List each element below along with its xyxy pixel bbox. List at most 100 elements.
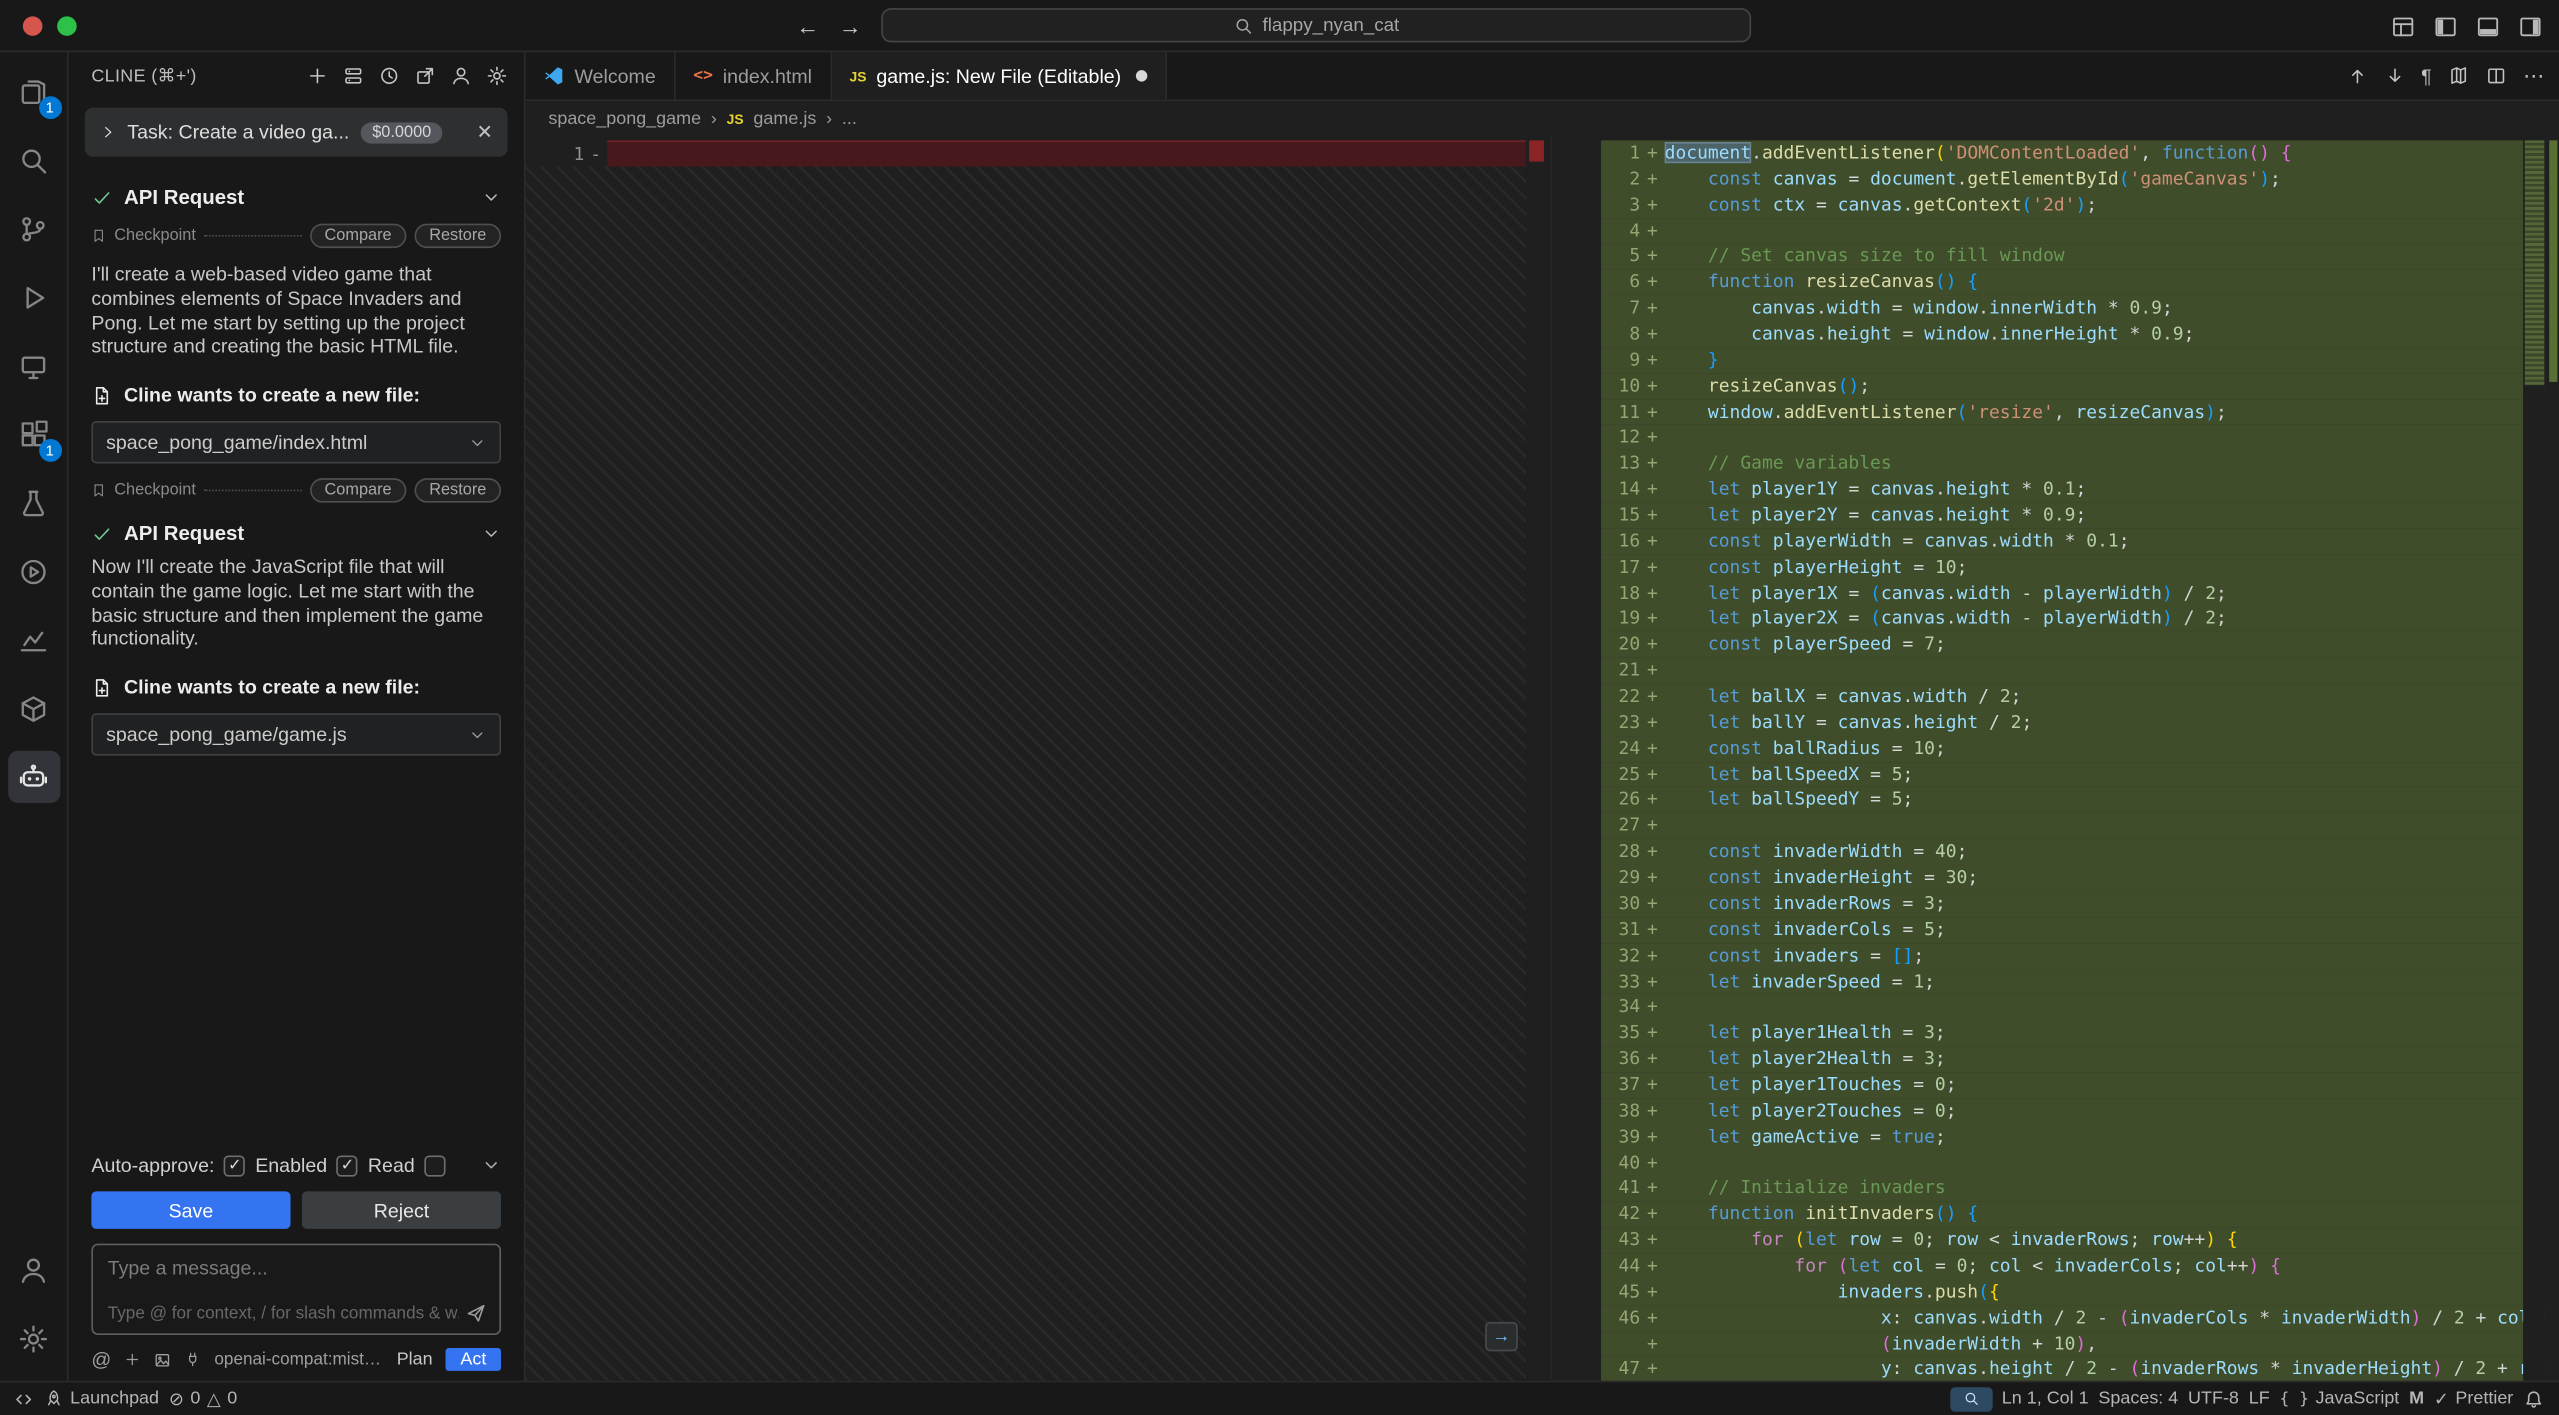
code-text: let ballY = canvas.height / 2;	[1665, 710, 2033, 736]
tab-game-js[interactable]: JS game.js: New File (Editable)	[832, 52, 1167, 99]
act-mode-toggle[interactable]: Act	[446, 1348, 501, 1371]
account-icon[interactable]	[7, 1244, 59, 1296]
chevron-down-icon[interactable]	[481, 188, 501, 208]
plan-mode-toggle[interactable]: Plan	[397, 1350, 433, 1370]
diff-modified-pane[interactable]: 1+document.addEventListener('DOMContentL…	[1550, 137, 2559, 1381]
auto-approve-read-checkbox[interactable]: ✓	[337, 1155, 358, 1176]
window-close-button[interactable]	[23, 16, 43, 36]
command-center-search[interactable]: flappy_nyan_cat	[881, 8, 1751, 42]
settings-gear-icon[interactable]	[7, 1312, 59, 1364]
code-text: const playerSpeed = 7;	[1665, 632, 1946, 658]
auto-approve-enabled-checkbox[interactable]: ✓	[224, 1155, 245, 1176]
model-selector[interactable]: openai-compat:mistralai/...	[214, 1350, 383, 1370]
new-task-plus-icon[interactable]	[307, 64, 328, 85]
warnings-count: 0	[227, 1389, 237, 1409]
previous-change-icon[interactable]	[2346, 65, 2367, 86]
overview-ruler[interactable]	[1526, 137, 1550, 1381]
save-button[interactable]: Save	[91, 1191, 290, 1229]
status-bar: Launchpad ⊘ 0 △ 0 Ln 1, Col 1 Spaces: 4 …	[0, 1381, 2559, 1415]
restore-button[interactable]: Restore	[415, 224, 502, 248]
code-text: const canvas = document.getElementById('…	[1665, 166, 2281, 192]
tab-index-html[interactable]: <> index.html	[675, 52, 831, 99]
remote-explorer-icon[interactable]	[7, 339, 59, 391]
indentation[interactable]: Spaces: 4	[2098, 1389, 2178, 1409]
task-header[interactable]: Task: Create a video ga... $0.0000 ✕	[85, 108, 508, 157]
extensions-icon[interactable]: 1	[7, 408, 59, 460]
message-input[interactable]: Type a message... Type @ for context, / …	[91, 1244, 501, 1335]
mention-icon[interactable]: @	[91, 1348, 111, 1371]
toggle-sidebar-right-icon[interactable]	[2518, 14, 2542, 38]
play-circle-icon[interactable]	[7, 545, 59, 597]
toggle-sidebar-left-icon[interactable]	[2433, 14, 2457, 38]
account-icon[interactable]	[450, 64, 471, 85]
breadcrumb-folder[interactable]: space_pong_game	[548, 109, 701, 129]
run-debug-icon[interactable]	[7, 271, 59, 323]
settings-gear-icon[interactable]	[486, 64, 507, 85]
window-zoom-button[interactable]	[57, 16, 77, 36]
tab-label: Welcome	[574, 64, 655, 87]
html-file-icon: <>	[693, 67, 713, 85]
add-context-plus-icon[interactable]	[124, 1350, 140, 1370]
next-diff-arrow-button[interactable]: →	[1485, 1322, 1518, 1351]
breadcrumb-symbol[interactable]: ...	[842, 109, 857, 129]
code-line: 4+	[1552, 218, 2559, 244]
encoding[interactable]: UTF-8	[2188, 1389, 2239, 1409]
cline-robot-icon[interactable]	[7, 751, 59, 803]
history-back-button[interactable]: ←	[796, 13, 819, 39]
added-line-marker: +	[1640, 1227, 1664, 1253]
more-actions-icon[interactable]: ⋯	[2523, 63, 2544, 89]
api-plug-icon[interactable]	[185, 1350, 201, 1370]
history-icon[interactable]	[379, 64, 400, 85]
split-editor-icon[interactable]	[2486, 65, 2507, 86]
image-icon[interactable]	[154, 1349, 172, 1370]
tab-welcome[interactable]: Welcome	[526, 52, 676, 99]
testing-beaker-icon[interactable]	[7, 477, 59, 529]
notifications-bell-icon[interactable]	[2523, 1388, 2544, 1409]
diff-original-pane[interactable]: 1 -	[526, 137, 1551, 1381]
file-path-dropdown[interactable]: space_pong_game/game.js	[91, 713, 501, 755]
cursor-position[interactable]: Ln 1, Col 1	[2002, 1389, 2089, 1409]
file-path-dropdown[interactable]: space_pong_game/index.html	[91, 421, 501, 463]
next-change-icon[interactable]	[2384, 65, 2405, 86]
customize-layout-icon[interactable]	[2391, 14, 2415, 38]
code-line: 29+ const invaderHeight = 30;	[1552, 865, 2559, 891]
reject-button[interactable]: Reject	[302, 1191, 501, 1229]
success-check-icon	[91, 187, 112, 208]
chevron-down-icon[interactable]	[481, 1155, 501, 1175]
overview-ruler[interactable]	[2546, 137, 2559, 1381]
compare-button[interactable]: Compare	[310, 224, 407, 248]
breadcrumb-file[interactable]: game.js	[753, 109, 816, 129]
restore-button[interactable]: Restore	[415, 478, 502, 502]
unsaved-changes-dot[interactable]	[1136, 70, 1147, 81]
remote-indicator-icon[interactable]	[13, 1388, 34, 1409]
language-mode[interactable]: { } JavaScript	[2279, 1389, 2399, 1409]
eol-sequence[interactable]: LF	[2249, 1389, 2270, 1409]
launchpad-item[interactable]: Launchpad	[44, 1389, 159, 1409]
compare-button[interactable]: Compare	[310, 478, 407, 502]
chevron-down-icon[interactable]	[481, 524, 501, 544]
auto-approve-checkbox-3[interactable]	[425, 1155, 446, 1176]
added-line-marker: +	[1640, 1046, 1664, 1072]
code-editor[interactable]: 1+document.addEventListener('DOMContentL…	[1552, 137, 2559, 1381]
mcp-servers-icon[interactable]	[343, 64, 364, 85]
package-icon[interactable]	[7, 682, 59, 734]
zoom-indicator[interactable]	[1950, 1386, 1992, 1410]
source-control-icon[interactable]	[7, 202, 59, 254]
minimap[interactable]	[2523, 137, 2546, 1381]
activity-graph-icon[interactable]	[7, 614, 59, 666]
search-icon[interactable]	[7, 134, 59, 186]
mistral-icon[interactable]: M	[2409, 1389, 2424, 1409]
task-close-icon[interactable]: ✕	[476, 121, 492, 144]
history-forward-button[interactable]: →	[839, 13, 862, 39]
prettier-item[interactable]: ✓ Prettier	[2434, 1388, 2513, 1409]
code-line: 26+ let ballSpeedY = 5;	[1552, 787, 2559, 813]
explorer-icon[interactable]: 1	[7, 65, 59, 117]
problems-item[interactable]: ⊘ 0 △ 0	[169, 1388, 237, 1409]
code-text: let ballSpeedY = 5;	[1665, 787, 1914, 813]
added-line-marker: +	[1640, 477, 1664, 503]
map-outline-icon[interactable]	[2448, 65, 2469, 86]
pilcrow-icon[interactable]: ¶	[2421, 64, 2432, 87]
open-in-editor-icon[interactable]	[415, 64, 436, 85]
send-icon[interactable]	[465, 1302, 486, 1323]
toggle-panel-icon[interactable]	[2476, 14, 2500, 38]
